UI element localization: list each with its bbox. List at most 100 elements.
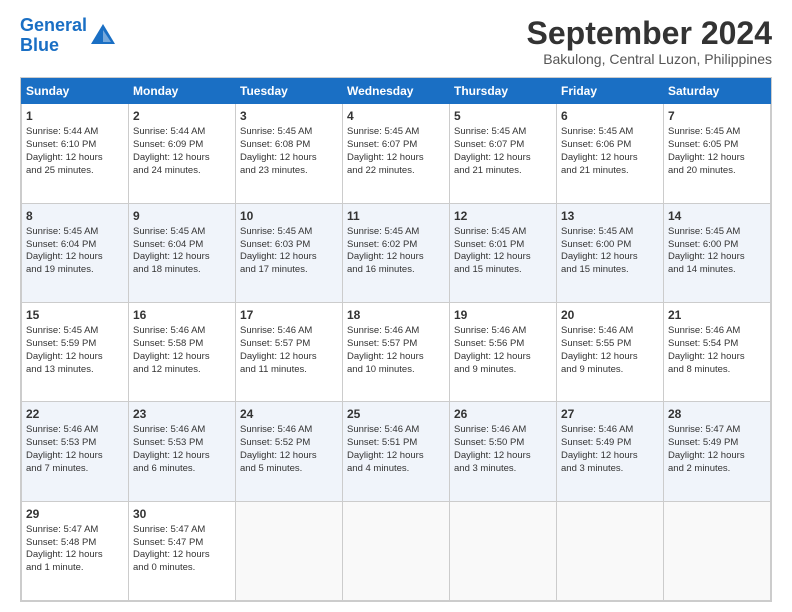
day-number: 30 bbox=[133, 506, 231, 522]
logo: General Blue bbox=[20, 16, 117, 56]
day-info: Sunrise: 5:45 AM bbox=[240, 126, 338, 139]
day-info: Sunset: 5:59 PM bbox=[26, 338, 124, 351]
day-info: and 3 minutes. bbox=[454, 463, 552, 476]
calendar-week-4: 22Sunrise: 5:46 AMSunset: 5:53 PMDayligh… bbox=[22, 402, 771, 501]
day-info: Sunset: 6:04 PM bbox=[26, 239, 124, 252]
day-number: 25 bbox=[347, 406, 445, 422]
day-info: and 12 minutes. bbox=[133, 364, 231, 377]
logo-line2: Blue bbox=[20, 35, 59, 55]
day-info: and 17 minutes. bbox=[240, 264, 338, 277]
day-info: Daylight: 12 hours bbox=[26, 251, 124, 264]
day-info: Sunset: 6:03 PM bbox=[240, 239, 338, 252]
day-info: and 3 minutes. bbox=[561, 463, 659, 476]
calendar-week-2: 8Sunrise: 5:45 AMSunset: 6:04 PMDaylight… bbox=[22, 203, 771, 302]
calendar-cell bbox=[450, 501, 557, 600]
calendar-title: September 2024 bbox=[527, 16, 772, 51]
day-number: 21 bbox=[668, 307, 766, 323]
day-info: Daylight: 12 hours bbox=[240, 351, 338, 364]
calendar-cell: 4Sunrise: 5:45 AMSunset: 6:07 PMDaylight… bbox=[343, 104, 450, 203]
header-saturday: Saturday bbox=[664, 79, 771, 104]
calendar-cell: 6Sunrise: 5:45 AMSunset: 6:06 PMDaylight… bbox=[557, 104, 664, 203]
day-number: 4 bbox=[347, 108, 445, 124]
day-info: Sunset: 5:53 PM bbox=[26, 437, 124, 450]
day-info: Sunset: 6:07 PM bbox=[347, 139, 445, 152]
day-info: Sunrise: 5:47 AM bbox=[668, 424, 766, 437]
day-info: Sunset: 6:08 PM bbox=[240, 139, 338, 152]
day-info: Daylight: 12 hours bbox=[668, 152, 766, 165]
day-number: 29 bbox=[26, 506, 124, 522]
calendar-cell: 20Sunrise: 5:46 AMSunset: 5:55 PMDayligh… bbox=[557, 302, 664, 401]
calendar-cell bbox=[557, 501, 664, 600]
calendar-cell: 23Sunrise: 5:46 AMSunset: 5:53 PMDayligh… bbox=[129, 402, 236, 501]
day-info: Sunrise: 5:45 AM bbox=[240, 226, 338, 239]
header-monday: Monday bbox=[129, 79, 236, 104]
day-info: Daylight: 12 hours bbox=[454, 251, 552, 264]
day-info: and 20 minutes. bbox=[668, 165, 766, 178]
day-info: Daylight: 12 hours bbox=[347, 351, 445, 364]
header-tuesday: Tuesday bbox=[236, 79, 343, 104]
day-info: Sunrise: 5:47 AM bbox=[26, 524, 124, 537]
day-info: Daylight: 12 hours bbox=[668, 251, 766, 264]
day-number: 1 bbox=[26, 108, 124, 124]
day-info: and 11 minutes. bbox=[240, 364, 338, 377]
day-info: Sunrise: 5:46 AM bbox=[561, 424, 659, 437]
day-info: and 15 minutes. bbox=[454, 264, 552, 277]
day-info: and 23 minutes. bbox=[240, 165, 338, 178]
day-number: 10 bbox=[240, 208, 338, 224]
calendar-cell: 27Sunrise: 5:46 AMSunset: 5:49 PMDayligh… bbox=[557, 402, 664, 501]
day-number: 13 bbox=[561, 208, 659, 224]
calendar-cell: 16Sunrise: 5:46 AMSunset: 5:58 PMDayligh… bbox=[129, 302, 236, 401]
calendar-cell: 11Sunrise: 5:45 AMSunset: 6:02 PMDayligh… bbox=[343, 203, 450, 302]
day-info: Daylight: 12 hours bbox=[240, 152, 338, 165]
calendar-cell bbox=[343, 501, 450, 600]
day-number: 7 bbox=[668, 108, 766, 124]
day-info: Daylight: 12 hours bbox=[26, 450, 124, 463]
day-info: Sunset: 6:09 PM bbox=[133, 139, 231, 152]
day-info: Sunset: 5:57 PM bbox=[240, 338, 338, 351]
logo-line1: General bbox=[20, 15, 87, 35]
day-info: Daylight: 12 hours bbox=[240, 251, 338, 264]
day-number: 2 bbox=[133, 108, 231, 124]
day-info: Sunset: 6:00 PM bbox=[561, 239, 659, 252]
calendar-cell: 3Sunrise: 5:45 AMSunset: 6:08 PMDaylight… bbox=[236, 104, 343, 203]
calendar-cell: 18Sunrise: 5:46 AMSunset: 5:57 PMDayligh… bbox=[343, 302, 450, 401]
calendar-cell: 15Sunrise: 5:45 AMSunset: 5:59 PMDayligh… bbox=[22, 302, 129, 401]
calendar-cell: 28Sunrise: 5:47 AMSunset: 5:49 PMDayligh… bbox=[664, 402, 771, 501]
calendar-cell: 21Sunrise: 5:46 AMSunset: 5:54 PMDayligh… bbox=[664, 302, 771, 401]
calendar-cell: 25Sunrise: 5:46 AMSunset: 5:51 PMDayligh… bbox=[343, 402, 450, 501]
calendar-cell: 1Sunrise: 5:44 AMSunset: 6:10 PMDaylight… bbox=[22, 104, 129, 203]
day-number: 26 bbox=[454, 406, 552, 422]
calendar-week-1: 1Sunrise: 5:44 AMSunset: 6:10 PMDaylight… bbox=[22, 104, 771, 203]
day-number: 15 bbox=[26, 307, 124, 323]
calendar-cell: 29Sunrise: 5:47 AMSunset: 5:48 PMDayligh… bbox=[22, 501, 129, 600]
day-info: Sunrise: 5:45 AM bbox=[26, 226, 124, 239]
calendar-body: 1Sunrise: 5:44 AMSunset: 6:10 PMDaylight… bbox=[22, 104, 771, 601]
day-info: Sunrise: 5:46 AM bbox=[454, 424, 552, 437]
day-info: and 9 minutes. bbox=[454, 364, 552, 377]
day-info: Daylight: 12 hours bbox=[668, 450, 766, 463]
day-info: Sunrise: 5:46 AM bbox=[454, 325, 552, 338]
calendar-week-5: 29Sunrise: 5:47 AMSunset: 5:48 PMDayligh… bbox=[22, 501, 771, 600]
day-number: 14 bbox=[668, 208, 766, 224]
day-info: Sunset: 5:47 PM bbox=[133, 537, 231, 550]
calendar-cell: 17Sunrise: 5:46 AMSunset: 5:57 PMDayligh… bbox=[236, 302, 343, 401]
day-info: and 8 minutes. bbox=[668, 364, 766, 377]
day-info: Daylight: 12 hours bbox=[347, 152, 445, 165]
calendar-subtitle: Bakulong, Central Luzon, Philippines bbox=[527, 51, 772, 67]
calendar-week-3: 15Sunrise: 5:45 AMSunset: 5:59 PMDayligh… bbox=[22, 302, 771, 401]
day-info: Sunset: 5:58 PM bbox=[133, 338, 231, 351]
day-info: and 9 minutes. bbox=[561, 364, 659, 377]
day-info: Daylight: 12 hours bbox=[26, 351, 124, 364]
day-info: Sunset: 5:50 PM bbox=[454, 437, 552, 450]
logo-icon bbox=[89, 22, 117, 50]
day-info: and 7 minutes. bbox=[26, 463, 124, 476]
day-info: and 10 minutes. bbox=[347, 364, 445, 377]
calendar-cell: 19Sunrise: 5:46 AMSunset: 5:56 PMDayligh… bbox=[450, 302, 557, 401]
day-info: and 16 minutes. bbox=[347, 264, 445, 277]
calendar-cell: 30Sunrise: 5:47 AMSunset: 5:47 PMDayligh… bbox=[129, 501, 236, 600]
day-info: and 25 minutes. bbox=[26, 165, 124, 178]
day-info: Sunrise: 5:45 AM bbox=[454, 226, 552, 239]
day-info: Sunrise: 5:45 AM bbox=[133, 226, 231, 239]
day-info: Daylight: 12 hours bbox=[347, 450, 445, 463]
day-info: Sunrise: 5:45 AM bbox=[668, 226, 766, 239]
